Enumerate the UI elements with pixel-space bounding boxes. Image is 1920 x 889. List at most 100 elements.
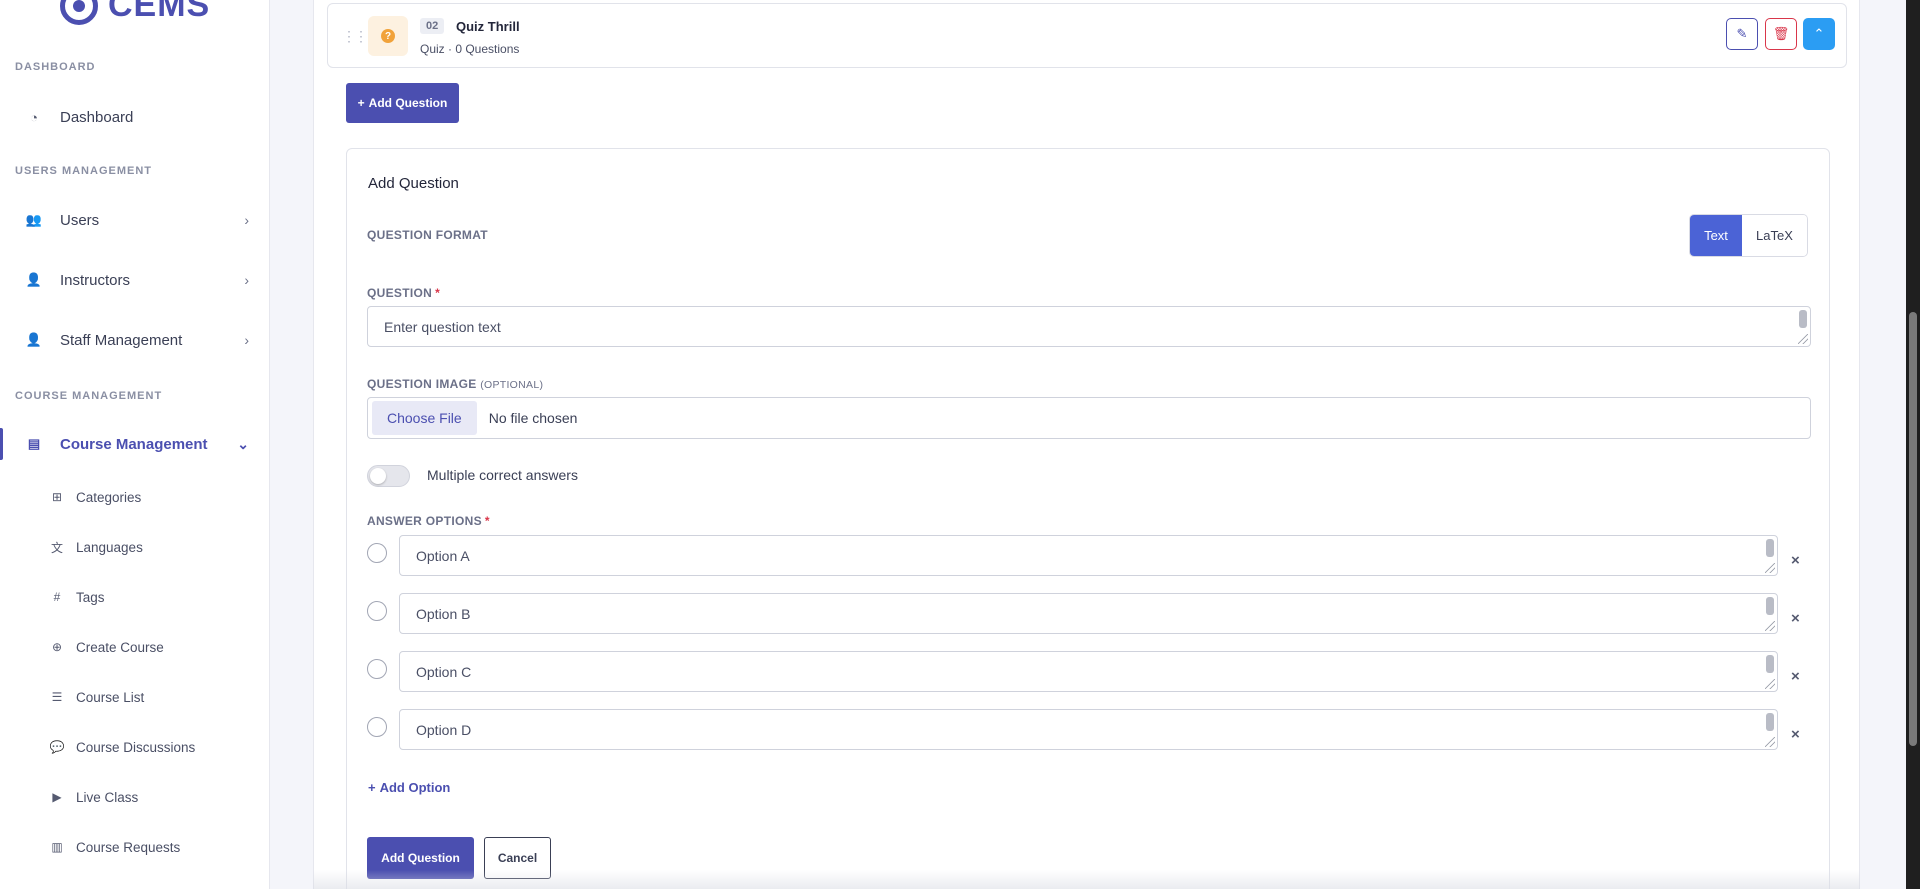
format-option-text[interactable]: Text: [1690, 215, 1742, 256]
option-c-radio[interactable]: [367, 659, 387, 679]
multiple-correct-toggle[interactable]: [367, 465, 410, 487]
sidebar-subitem-label: Create Course: [76, 639, 164, 655]
resize-handle-icon[interactable]: [1765, 621, 1775, 631]
hash-icon: #: [53, 590, 61, 604]
delete-lesson-button[interactable]: 🗑: [1765, 18, 1797, 50]
sidebar-subitem-label: Languages: [76, 539, 143, 555]
form-title: Add Question: [368, 175, 459, 192]
sidebar-item-label: Instructors: [60, 271, 131, 289]
lesson-subtitle: Quiz · 0 Questions: [420, 42, 520, 56]
page-scrollbar[interactable]: [1906, 0, 1920, 889]
add-question-form: Add Question QUESTION FORMAT Text LaTeX …: [346, 148, 1830, 889]
brand-logo[interactable]: CEMS: [60, 0, 210, 25]
textarea-scrollbar[interactable]: [1766, 713, 1774, 731]
question-format-toggle: Text LaTeX: [1689, 214, 1808, 257]
trash-icon: 🗑: [1772, 26, 1790, 41]
plus-icon: +: [357, 96, 365, 110]
collapse-lesson-button[interactable]: ⌃: [1803, 18, 1835, 50]
sidebar: CEMS DASHBOARD ◔ Dashboard USERS MANAGEM…: [0, 0, 270, 889]
question-label: QUESTION *: [367, 286, 440, 300]
chevron-right-icon: ›: [244, 212, 249, 228]
dashboard-icon: ◔: [30, 109, 38, 125]
resize-handle-icon[interactable]: [1798, 334, 1808, 344]
add-option-button[interactable]: + Add Option: [368, 780, 450, 795]
question-image-input[interactable]: Choose File No file chosen: [367, 397, 1811, 439]
edit-lesson-button[interactable]: ✎: [1726, 18, 1758, 50]
book-icon: ▤: [27, 436, 41, 451]
answer-options-label: ANSWER OPTIONS *: [367, 514, 490, 528]
sidebar-item-label: Staff Management: [60, 331, 183, 349]
question-format-label: QUESTION FORMAT: [367, 228, 488, 242]
sidebar-subitem-categories[interactable]: ⊞ Categories: [0, 479, 269, 515]
option-a-radio[interactable]: [367, 543, 387, 563]
sidebar-subitem-label: Tags: [76, 589, 105, 605]
sidebar-item-dashboard[interactable]: ◔ Dashboard: [0, 97, 269, 137]
resize-handle-icon[interactable]: [1765, 563, 1775, 573]
drag-handle-icon[interactable]: ⋮⋮: [342, 28, 368, 45]
section-label-course: COURSE MANAGEMENT: [15, 390, 163, 402]
textarea-scrollbar[interactable]: [1799, 310, 1807, 328]
sidebar-item-course-management[interactable]: ▤ Course Management ⌄: [0, 424, 269, 464]
file-status: No file chosen: [488, 410, 578, 426]
logo-icon: [60, 0, 98, 25]
sidebar-subitem-label: Course Discussions: [76, 739, 196, 755]
remove-option-d-icon[interactable]: ×: [1791, 726, 1800, 743]
option-c-text: Option C: [416, 663, 472, 680]
question-image-label-text: QUESTION IMAGE: [367, 377, 477, 391]
brand-name: CEMS: [108, 0, 211, 24]
remove-option-c-icon[interactable]: ×: [1791, 668, 1800, 685]
section-label-users: USERS MANAGEMENT: [15, 165, 153, 177]
section-label-dashboard: DASHBOARD: [15, 61, 96, 73]
question-input[interactable]: Enter question text: [367, 306, 1811, 347]
option-a-input[interactable]: Option A: [399, 535, 1778, 576]
question-label-text: QUESTION: [367, 286, 433, 300]
remove-option-a-icon[interactable]: ×: [1791, 552, 1800, 569]
option-a-text: Option A: [416, 547, 470, 564]
sidebar-subitem-languages[interactable]: 文 Languages: [0, 529, 269, 565]
option-d-input[interactable]: Option D: [399, 709, 1778, 750]
chevron-right-icon: ›: [244, 332, 249, 348]
choose-file-button[interactable]: Choose File: [372, 401, 477, 435]
option-d-text: Option D: [416, 721, 472, 738]
pencil-icon: ✎: [1736, 26, 1748, 41]
sidebar-item-staff-management[interactable]: 👤 Staff Management ›: [0, 320, 269, 360]
remove-option-b-icon[interactable]: ×: [1791, 610, 1800, 627]
sidebar-subitem-create-course[interactable]: ⊕ Create Course: [0, 629, 269, 665]
instructor-icon: 👤: [25, 272, 43, 287]
grid-icon: ⊞: [51, 490, 63, 504]
add-option-label: Add Option: [379, 780, 451, 795]
option-d-radio[interactable]: [367, 717, 387, 737]
add-question-label: Add Question: [368, 96, 448, 110]
sidebar-subitem-label: Course Requests: [76, 839, 181, 855]
option-b-input[interactable]: Option B: [399, 593, 1778, 634]
document-icon: ▥: [51, 840, 63, 854]
sidebar-subitem-course-requests[interactable]: ▥ Course Requests: [0, 829, 269, 865]
option-b-radio[interactable]: [367, 601, 387, 621]
sidebar-item-label: Course Management: [60, 435, 208, 453]
sidebar-subitem-live-class[interactable]: ▶ Live Class: [0, 779, 269, 815]
scrollbar-thumb[interactable]: [1909, 312, 1917, 746]
sidebar-subitem-course-list[interactable]: ☰ Course List: [0, 679, 269, 715]
resize-handle-icon[interactable]: [1765, 679, 1775, 689]
textarea-scrollbar[interactable]: [1766, 655, 1774, 673]
question-image-label: QUESTION IMAGE (OPTIONAL): [367, 377, 543, 391]
video-icon: ▶: [52, 790, 62, 804]
sidebar-item-label: Users: [60, 211, 100, 229]
staff-icon: 👤: [25, 332, 43, 347]
sidebar-subitem-label: Live Class: [76, 789, 139, 805]
textarea-scrollbar[interactable]: [1766, 597, 1774, 615]
sidebar-item-instructors[interactable]: 👤 Instructors ›: [0, 260, 269, 300]
option-b-text: Option B: [416, 605, 471, 622]
sidebar-item-users[interactable]: 👥 Users ›: [0, 200, 269, 240]
lesson-number-badge: 02: [420, 18, 445, 34]
textarea-scrollbar[interactable]: [1766, 539, 1774, 557]
format-option-latex[interactable]: LaTeX: [1742, 215, 1807, 256]
resize-handle-icon[interactable]: [1765, 737, 1775, 747]
sidebar-subitem-tags[interactable]: # Tags: [0, 579, 269, 615]
option-c-input[interactable]: Option C: [399, 651, 1778, 692]
sidebar-subitem-course-discussions[interactable]: 💬 Course Discussions: [0, 729, 269, 765]
chevron-up-icon: ⌃: [1813, 26, 1825, 41]
add-question-button[interactable]: + Add Question: [346, 83, 459, 123]
chevron-right-icon: ›: [244, 272, 249, 288]
translate-icon: 文: [50, 540, 63, 555]
